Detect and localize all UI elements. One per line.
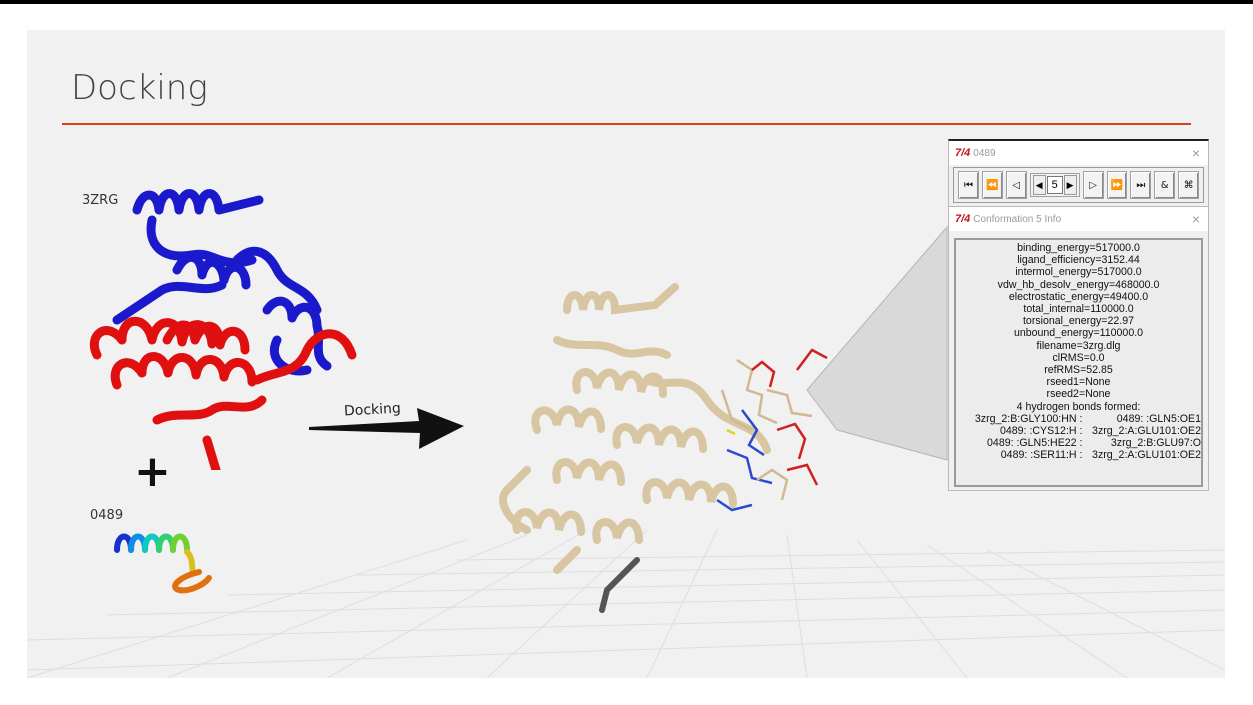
hbond-left: 0489: :GLN5:HE22 : <box>987 437 1083 450</box>
frame-number-field[interactable]: 5 <box>1046 176 1063 194</box>
info-line: rseed1=None <box>1046 376 1111 389</box>
info-line: rseed2=None <box>1046 388 1111 401</box>
hbond-right: 3zrg_2:A:GLU101:OE2 <box>1092 425 1201 438</box>
hbond-left: 0489: :CYS12:H : <box>999 425 1083 438</box>
play-reverse-button[interactable]: ◁ <box>1005 171 1027 199</box>
fast-forward-button[interactable]: ⏩ <box>1106 171 1128 199</box>
top-border <box>0 0 1253 4</box>
tk-logo-icon: 7/4 <box>955 147 971 159</box>
plus-sign: + <box>134 446 171 497</box>
hbond-row: 3zrg_2:B:GLY100:HN : 0489: :GLN5:OE1 <box>956 413 1201 425</box>
slide-title: Docking <box>71 68 208 108</box>
player-title: 0489 <box>973 147 996 159</box>
hbond-row: 0489: :CYS12:H : 3zrg_2:A:GLU101:OE2 <box>956 425 1201 437</box>
info-line: filename=3zrg.dlg <box>1036 339 1121 352</box>
hbond-right: 3zrg_2:B:GLU97:O <box>1110 437 1201 450</box>
info-line: torsional_energy=22.97 <box>1022 315 1135 328</box>
frame-next-button[interactable]: ▶ <box>1063 175 1077 195</box>
hbond-right: 3zrg_2:A:GLU101:OE2 <box>1092 449 1201 462</box>
player-titlebar: 7/4 0489 × <box>949 141 1208 165</box>
conformation-info-window: 7/4 Conformation 5 Info × binding_energy… <box>948 206 1209 491</box>
docked-complex-image <box>499 283 828 613</box>
fast-back-button[interactable]: ⏪ <box>981 171 1003 199</box>
ligand-label: 0489 <box>90 508 124 523</box>
info-line: intermol_energy=517000.0 <box>1015 266 1142 279</box>
info-line: electrostatic_energy=49400.0 <box>1008 290 1149 303</box>
frame-spinner: ◀ 5 ▶ <box>1029 173 1080 197</box>
title-underline <box>62 123 1191 125</box>
hbond-left: 0489: :SER11:H : <box>1000 449 1083 462</box>
player-toolbar: ⏮ ⏪ ◁ ◀ 5 ▶ ▷ ⏩ ⏭ & ⌘ <box>953 167 1204 203</box>
info-text-area: binding_energy=517000.0 ligand_efficienc… <box>954 238 1203 487</box>
docking-arrow <box>309 408 464 449</box>
frame-prev-button[interactable]: ◀ <box>1032 175 1046 195</box>
close-icon[interactable]: × <box>1192 211 1200 227</box>
info-line: 4 hydrogen bonds formed: <box>1016 400 1141 413</box>
hbond-row: 0489: :SER11:H : 3zrg_2:A:GLU101:OE2 <box>956 449 1201 461</box>
player-window: 7/4 0489 × ⏮ ⏪ ◁ ◀ 5 ▶ ▷ ⏩ ⏭ & ⌘ <box>948 139 1209 208</box>
close-icon[interactable]: × <box>1192 145 1200 161</box>
info-titlebar: 7/4 Conformation 5 Info × <box>949 207 1208 231</box>
close-player-button[interactable]: ⌘ <box>1178 171 1199 199</box>
info-line: clRMS=0.0 <box>1052 351 1105 364</box>
play-button[interactable]: ▷ <box>1082 171 1104 199</box>
hbond-left: 3zrg_2:B:GLY100:HN : <box>974 412 1083 425</box>
info-line: refRMS=52.85 <box>1044 364 1113 377</box>
info-line: binding_energy=517000.0 <box>1017 242 1140 254</box>
callout-pointer <box>806 225 948 461</box>
first-frame-button[interactable]: ⏮ <box>958 171 979 199</box>
hbond-row: 0489: :GLN5:HE22 : 3zrg_2:B:GLU97:O <box>956 437 1201 449</box>
info-line: unbound_energy=110000.0 <box>1013 327 1144 340</box>
last-frame-button[interactable]: ⏭ <box>1130 171 1152 199</box>
info-line: ligand_efficiency=3152.44 <box>1017 254 1140 267</box>
tk-logo-icon: 7/4 <box>955 213 971 225</box>
info-title: Conformation 5 Info <box>973 213 1062 225</box>
info-line: vdw_hb_desolv_energy=468000.0 <box>997 278 1160 291</box>
info-line: total_internal=110000.0 <box>1023 303 1134 316</box>
settings-button[interactable]: & <box>1154 171 1176 199</box>
ligand-structure-image <box>114 533 212 594</box>
hbond-right: 0489: :GLN5:OE1 <box>1116 412 1201 425</box>
